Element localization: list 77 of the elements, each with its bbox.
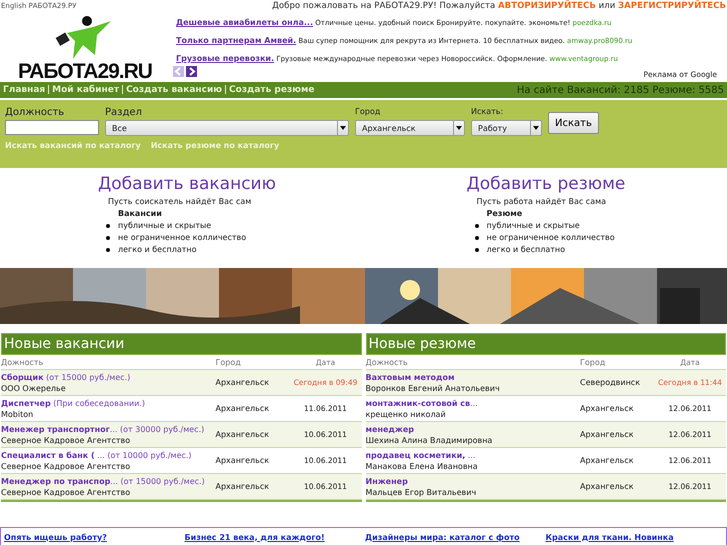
- listing-link[interactable]: Менежер транспортног... (от 30000 руб./мес.): [1, 424, 204, 434]
- field-label: Город: [355, 107, 382, 118]
- bullet-icon: [474, 224, 478, 228]
- table-cell-text: Mobiton: [1, 410, 34, 418]
- field-label: Раздел: [105, 107, 143, 120]
- table-cell-text: Архангельск: [580, 456, 635, 465]
- listing-link[interactable]: монтажник-сотовой св...: [366, 398, 478, 408]
- promo-subtitle: Пусть соискатель найдёт Вас сам: [108, 197, 252, 206]
- caret-icon: [456, 126, 462, 130]
- section-dropdown[interactable]: Все: [105, 120, 349, 136]
- table-cell-text: Северное Кадровое Агентство: [1, 436, 132, 444]
- table-cell-text: Архангельск: [580, 404, 635, 413]
- bullet-icon: [106, 248, 110, 252]
- caret-icon: [340, 126, 346, 130]
- column-header: Дожность: [366, 358, 409, 366]
- table-cell-text: Архангельск: [216, 482, 270, 491]
- column-header: Город: [580, 358, 606, 366]
- table-cell-text: Северное Кадровое Агентство: [1, 462, 132, 470]
- listing-link[interactable]: Менеджер по транспор... (от 15000 руб./мес.): [1, 476, 205, 486]
- table-cell-text: Северное Кадровое Агентство: [1, 488, 132, 496]
- table-cell-text: Архангельск: [216, 404, 270, 413]
- bullet-text: не ограниченное колличество: [486, 233, 615, 242]
- ad-link[interactable]: Краски для ткани. Новинка: [546, 532, 674, 542]
- bullet-text: не ограниченное колличество: [118, 233, 246, 242]
- table-cell-text: Архангельск: [216, 378, 270, 387]
- next-icon[interactable]: [186, 66, 197, 77]
- listing-link[interactable]: Вахтовым методом: [366, 372, 455, 382]
- search-type-dropdown[interactable]: Работу: [471, 120, 542, 136]
- column-header: Город: [216, 358, 242, 366]
- welcome-text: Добро пожаловать на РАБОТА29.РУ! Пожалуйста АВТОРИЗИРУЙТЕСЬ или ЗАРЕГИСТРИРУЙТЕСЬ: [272, 1, 726, 11]
- table-cell-text: Воронков Евгений Анатольевич: [366, 384, 501, 392]
- table-cell-text: Архангельск: [216, 430, 270, 439]
- search-button[interactable]: Искать: [548, 112, 599, 134]
- listing-link[interactable]: Инженер: [366, 476, 408, 486]
- ad-link[interactable]: Дешевые авиабилеты онла...: [176, 18, 313, 27]
- table-cell-text: Манакова Елена Ивановна: [366, 462, 479, 470]
- promo-subtitle: Пусть работа найдёт Вас сама: [476, 197, 608, 206]
- ad-link[interactable]: Бизнес 21 века, для каждого!: [184, 532, 325, 542]
- table-cell-text: Архангельск: [216, 456, 270, 465]
- bullet-icon: [106, 224, 110, 228]
- listing-link[interactable]: Специалист в банк ( ... (от 10000 руб./мес.): [1, 450, 192, 460]
- promo-heading: Вакансии: [118, 209, 163, 218]
- table-cell-text: Северодвинск: [580, 378, 642, 387]
- promo-heading: Резюме: [486, 209, 524, 218]
- ad-link[interactable]: Опять ищешь работу?: [4, 532, 107, 542]
- bullet-icon: [474, 236, 478, 240]
- listing-link[interactable]: продавец косметики, ...: [366, 450, 476, 460]
- bullet-text: публичные и скрытые: [118, 221, 212, 230]
- table-cell-text: Мальцев Егор Витальевич: [366, 488, 478, 496]
- ad-link[interactable]: Только партнерам Амвей.: [176, 36, 296, 45]
- bullet-text: легко и бесплатно: [118, 245, 197, 254]
- bullet-icon: [106, 236, 110, 240]
- table-cell-text: Архангельск: [580, 430, 635, 439]
- listing-link[interactable]: менеджер: [366, 424, 414, 434]
- ad-link[interactable]: Грузовые перевозки.: [176, 54, 274, 63]
- table-cell-text: крещенко николай: [366, 410, 447, 418]
- table-cell-text: ООО Ожерелье: [1, 384, 67, 392]
- table-cell-text: Архангельск: [580, 482, 635, 491]
- field-label: Должность: [5, 107, 66, 120]
- promo-title[interactable]: Добавить резюме: [466, 174, 727, 194]
- column-header: Дожность: [1, 358, 44, 366]
- listing-link[interactable]: Сборщик (от 15000 руб./мес.): [1, 372, 130, 382]
- table-title: Новые вакансии: [1, 333, 362, 355]
- city-dropdown[interactable]: Архангельск: [355, 120, 465, 136]
- site-stats: На сайте Вакансий: 2185 Резюме: 5585: [516, 84, 724, 96]
- bullet-text: легко и бесплатно: [486, 245, 566, 254]
- table-cell-text: Шехина Алина Владимировна: [366, 436, 494, 444]
- bullet-text: публичные и скрытые: [486, 221, 580, 230]
- logo-text[interactable]: РАБОТА29.RU: [18, 61, 152, 82]
- bullet-icon: [474, 248, 478, 252]
- promo-title[interactable]: Добавить вакансию: [98, 174, 358, 194]
- position-field[interactable]: [5, 120, 99, 135]
- ad-link[interactable]: Дизайнеры мира: каталог с фото: [365, 532, 520, 542]
- caret-icon: [533, 126, 539, 130]
- table-title: Новые резюме: [366, 333, 726, 355]
- listing-link[interactable]: Диспетчер (При собеседовании.): [1, 398, 146, 408]
- field-label: Искать:: [471, 107, 504, 118]
